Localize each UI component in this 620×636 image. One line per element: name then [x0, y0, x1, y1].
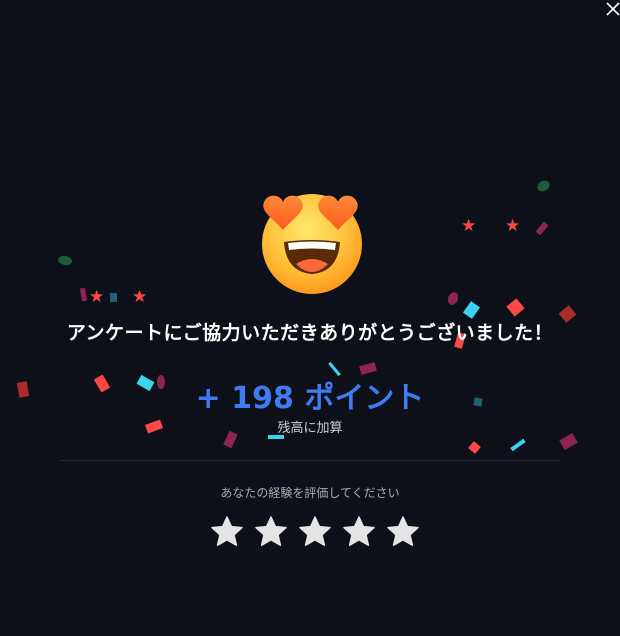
star-icon: [299, 516, 331, 546]
rating-star-1[interactable]: [210, 515, 244, 549]
star-icon: [387, 516, 419, 546]
confetti-piece: [468, 441, 481, 454]
confetti-piece: [57, 254, 73, 267]
confetti-piece: [535, 178, 552, 194]
points-added-label: 残高に加算: [277, 421, 343, 436]
star-icon: [211, 516, 243, 546]
rating-star-3[interactable]: [298, 515, 332, 549]
close-button[interactable]: [604, 0, 620, 18]
confetti-star: ★: [461, 216, 477, 236]
survey-complete-modal: ★ ★ ★ ★ アンケートにご協力いただきありがとうございました！ + 198 …: [0, 0, 620, 636]
rating-star-5[interactable]: [386, 515, 420, 549]
star-icon: [343, 516, 375, 546]
confetti-piece: [446, 290, 460, 307]
points-earned: + 198 ポイント: [195, 381, 425, 416]
heart-eyes-emoji-icon: [258, 190, 366, 298]
confetti-piece: [506, 298, 525, 317]
rating-prompt: あなたの経験を評価してください: [220, 486, 400, 500]
confetti-star: ★: [505, 216, 521, 236]
confetti-piece: [535, 221, 549, 236]
rating-star-2[interactable]: [254, 515, 288, 549]
star-rating: [210, 515, 420, 551]
close-icon: [606, 2, 620, 16]
confetti-piece: [462, 301, 481, 319]
confetti-piece: [79, 287, 88, 302]
rating-star-4[interactable]: [342, 515, 376, 549]
thank-you-heading: アンケートにご協力いただきありがとうございました！: [66, 322, 554, 344]
confetti-piece: [110, 293, 117, 302]
confetti-star: ★: [89, 287, 105, 307]
confetti-star: ★: [132, 287, 148, 307]
divider: [60, 460, 560, 461]
confetti-piece: [510, 438, 526, 452]
star-icon: [255, 516, 287, 546]
